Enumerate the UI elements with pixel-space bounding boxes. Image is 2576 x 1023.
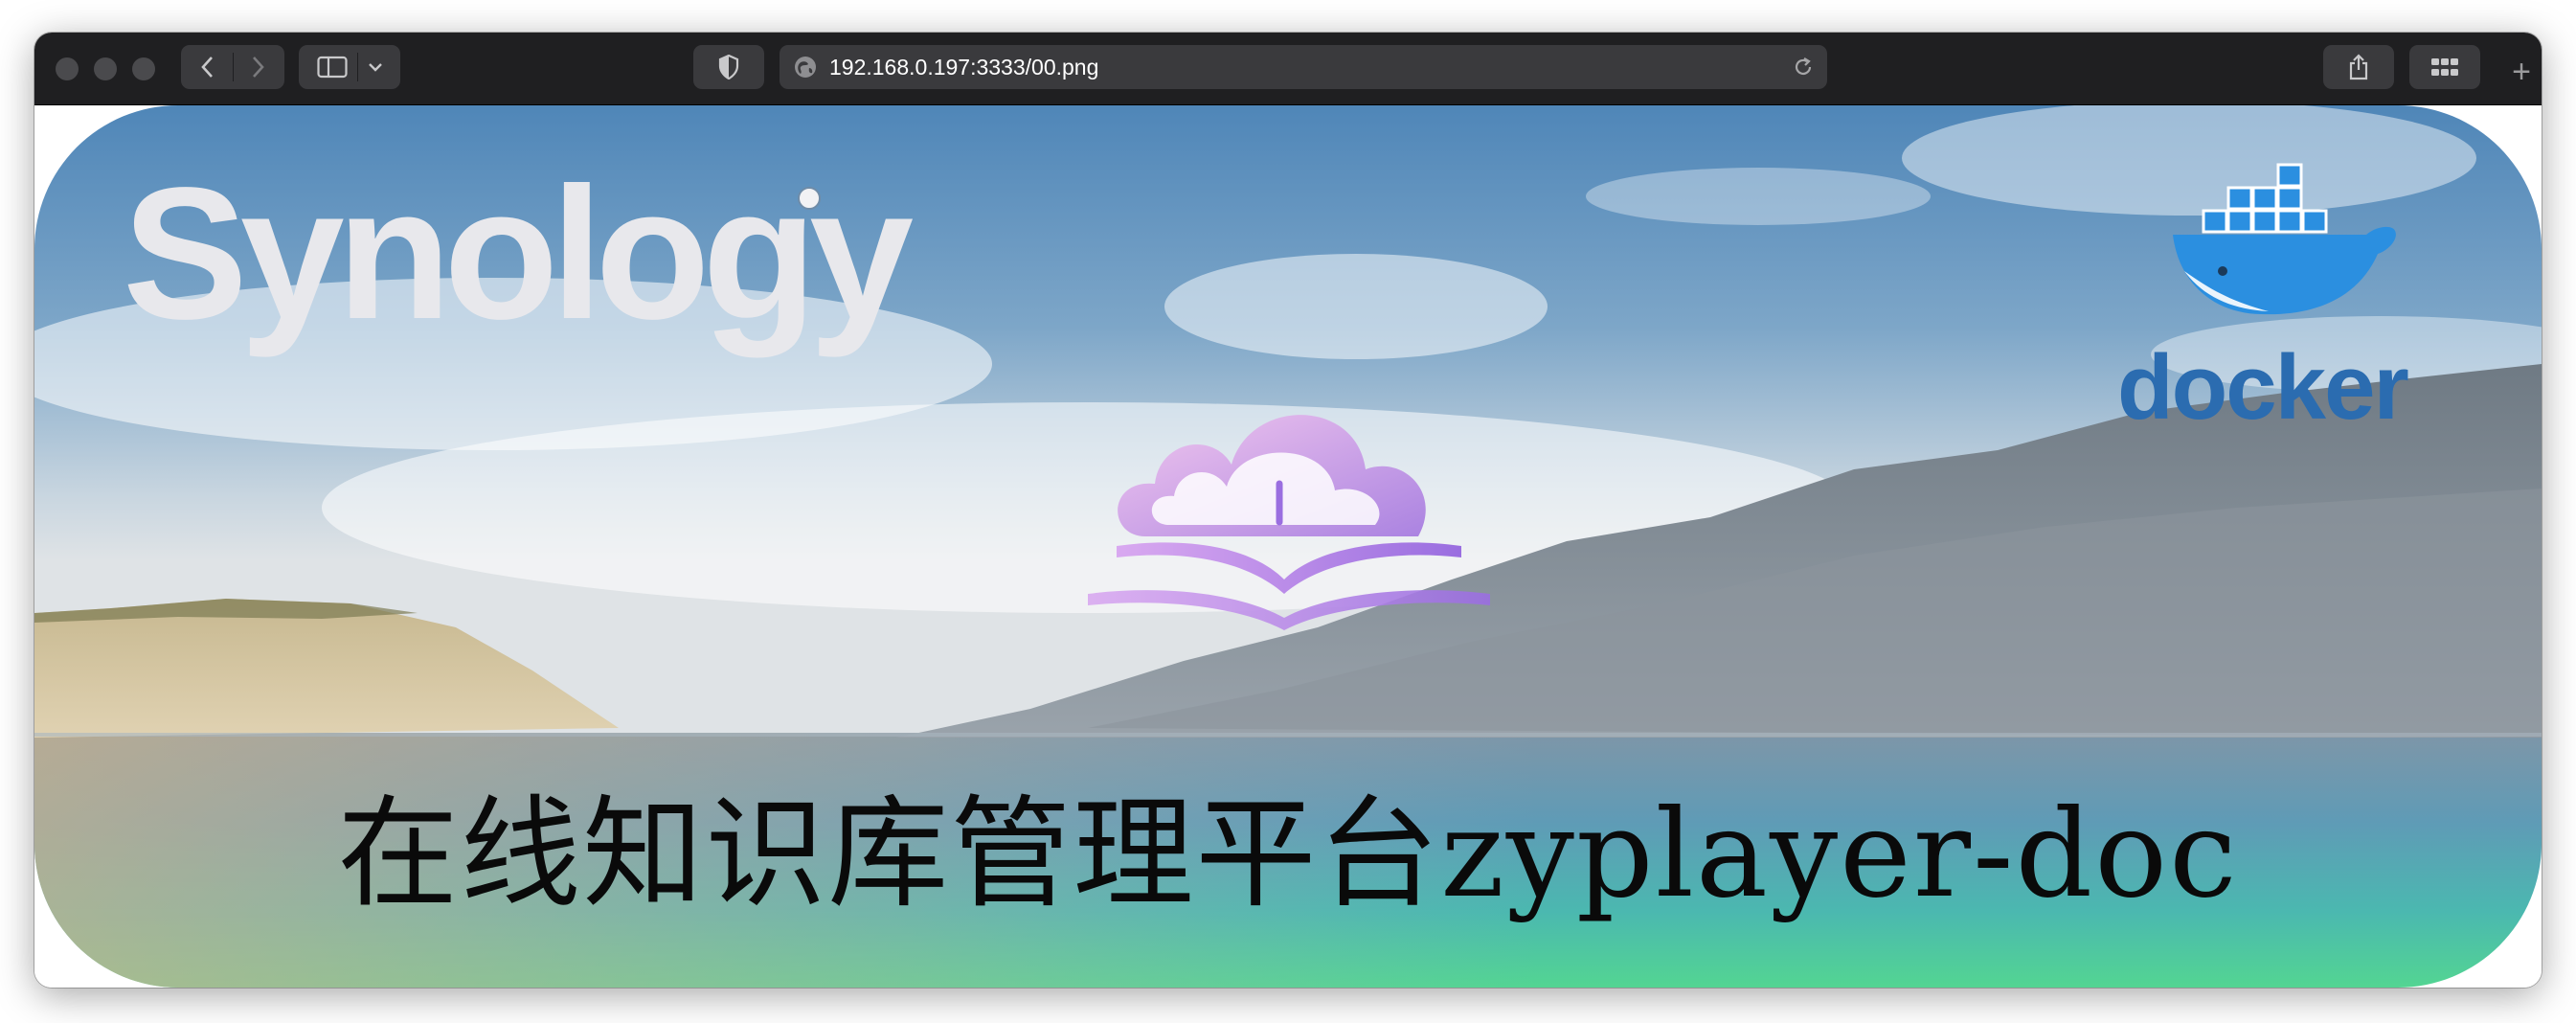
- docker-whale-icon: [2173, 163, 2396, 315]
- minimize-window-button[interactable]: [94, 57, 117, 80]
- close-window-button[interactable]: [56, 57, 79, 80]
- globe-icon: [795, 57, 816, 78]
- zoom-window-button[interactable]: [132, 57, 155, 80]
- synology-logo-dot: [798, 187, 821, 210]
- cloud-book-icon: [1088, 415, 1490, 630]
- address-text[interactable]: 192.168.0.197:3333/00.png: [829, 45, 1098, 89]
- browser-toolbar: 192.168.0.197:3333/00.png +: [34, 33, 2542, 105]
- synology-logo: Synology: [123, 148, 914, 358]
- share-icon: [2349, 54, 2368, 80]
- new-tab-button[interactable]: +: [2501, 50, 2542, 94]
- banner-caption: 在线知识库管理平台zyplayer-doc: [337, 784, 2239, 924]
- address-bar[interactable]: 192.168.0.197:3333/00.png: [780, 45, 1827, 89]
- chevron-down-icon[interactable]: [368, 62, 383, 72]
- reload-icon[interactable]: [1793, 57, 1814, 78]
- share-button[interactable]: [2323, 45, 2394, 89]
- sidebar-icon: [316, 56, 348, 79]
- banner-image: Synology docker 在线知识库管理平台zyplayer-doc: [34, 105, 2542, 988]
- tab-overview-button[interactable]: [2409, 45, 2480, 89]
- page-content: Synology docker 在线知识库管理平台zyplayer-doc: [34, 105, 2542, 988]
- sidebar-button[interactable]: [299, 45, 400, 89]
- forward-button[interactable]: [233, 56, 284, 79]
- history-nav-group: [181, 45, 284, 89]
- back-button[interactable]: [181, 56, 233, 79]
- browser-window: 192.168.0.197:3333/00.png + Synology doc…: [34, 33, 2542, 988]
- tab-overview-icon: [2431, 58, 2458, 76]
- docker-logo-text: docker: [2117, 336, 2409, 439]
- privacy-report-button[interactable]: [693, 45, 764, 89]
- chevron-left-icon: [201, 57, 213, 78]
- chevron-right-icon: [253, 57, 264, 78]
- shield-icon: [718, 55, 739, 80]
